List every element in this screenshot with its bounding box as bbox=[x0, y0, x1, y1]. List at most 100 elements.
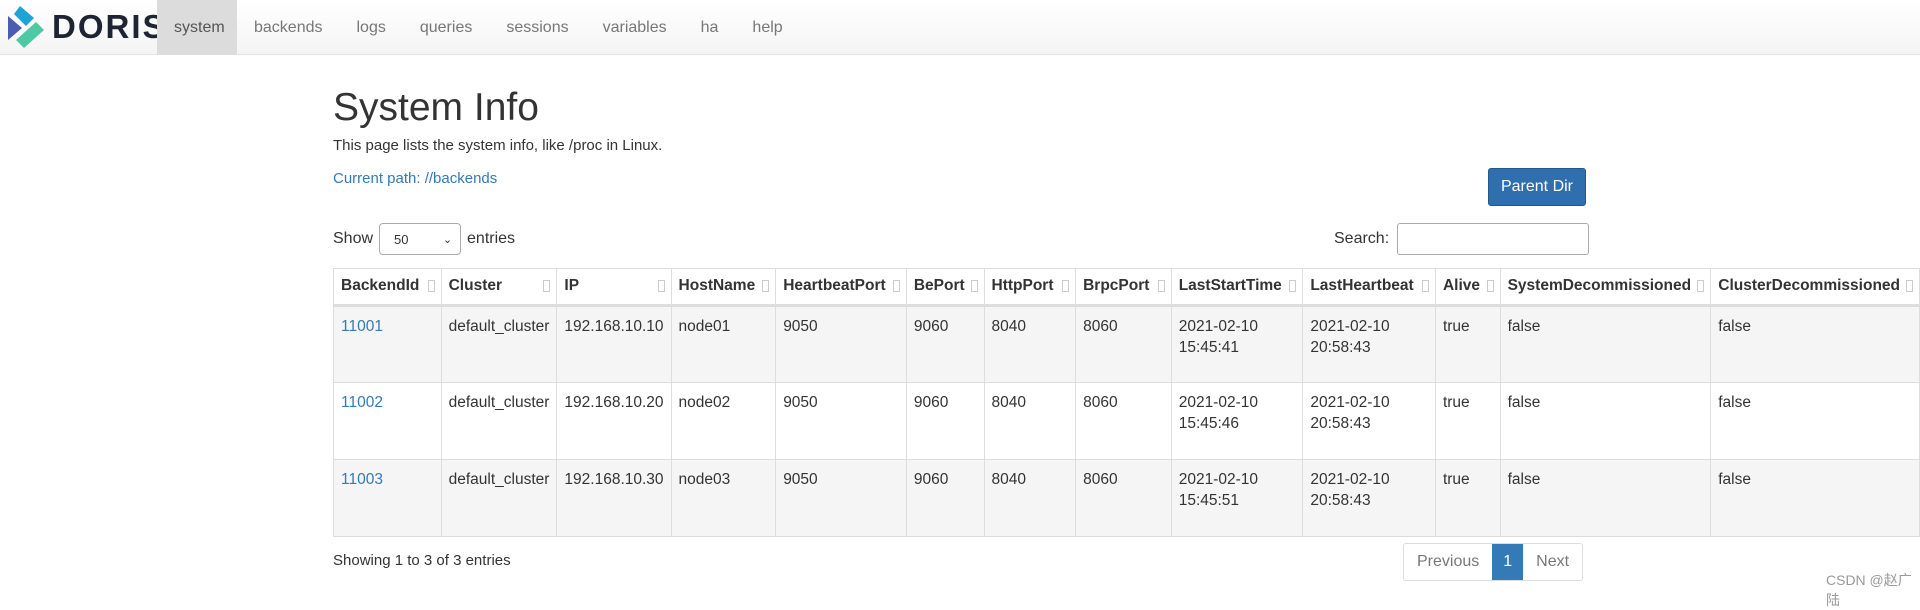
sort-icon[interactable] bbox=[1289, 280, 1297, 292]
column-header-beport[interactable]: BePort bbox=[905, 268, 985, 307]
cell-brpcport: 8060 bbox=[1075, 459, 1172, 537]
column-header-alive[interactable]: Alive bbox=[1434, 268, 1501, 307]
cell-alive: true bbox=[1434, 459, 1501, 537]
doris-logo-icon bbox=[8, 6, 44, 48]
pagination: Previous 1 Next bbox=[1403, 543, 1584, 581]
sort-icon[interactable] bbox=[970, 280, 978, 292]
search-label: Search: bbox=[1334, 230, 1390, 247]
nav-item-ha[interactable]: ha bbox=[684, 0, 736, 55]
sort-icon[interactable] bbox=[543, 280, 551, 292]
logo-text: DORIS bbox=[52, 8, 167, 45]
sort-icon[interactable] bbox=[1486, 280, 1494, 292]
cell-lastheartbeat: 2021-02-10 20:58:43 bbox=[1302, 382, 1436, 460]
column-header-systemdecommissioned[interactable]: SystemDecommissioned bbox=[1499, 268, 1712, 307]
cell-httpport: 8040 bbox=[983, 382, 1077, 460]
sort-icon[interactable] bbox=[762, 280, 770, 292]
table-info: Showing 1 to 3 of 3 entries bbox=[333, 552, 511, 569]
cell-hostname: node01 bbox=[670, 305, 777, 383]
nav-item-queries[interactable]: queries bbox=[403, 0, 489, 55]
sort-icon[interactable] bbox=[1697, 280, 1705, 292]
cell-ip: 192.168.10.30 bbox=[556, 459, 672, 537]
page-title: System Info bbox=[333, 86, 539, 129]
cell-cluster: default_cluster bbox=[440, 459, 558, 537]
cell-alive: true bbox=[1434, 382, 1501, 460]
column-header-label: HostName bbox=[678, 277, 756, 294]
cell-clusterdecommissioned: false bbox=[1710, 459, 1920, 537]
column-header-label: HttpPort bbox=[991, 277, 1054, 294]
column-header-clusterdecommissioned[interactable]: ClusterDecommissioned bbox=[1710, 268, 1920, 307]
cell-backendid[interactable]: 11001 bbox=[333, 305, 442, 383]
sort-icon[interactable] bbox=[1906, 280, 1913, 292]
entries-length-control: Show 50 ⌄ entries bbox=[333, 223, 515, 255]
column-header-laststarttime[interactable]: LastStartTime bbox=[1170, 268, 1304, 307]
column-header-label: BackendId bbox=[341, 277, 420, 294]
next-button[interactable]: Next bbox=[1523, 544, 1582, 580]
sort-icon[interactable] bbox=[657, 280, 665, 292]
column-header-heartbeatport[interactable]: HeartbeatPort bbox=[775, 268, 907, 307]
doris-logo[interactable]: DORIS bbox=[6, 4, 167, 50]
column-header-brpcport[interactable]: BrpcPort bbox=[1075, 268, 1172, 307]
cell-alive: true bbox=[1434, 305, 1501, 383]
page-1-button[interactable]: 1 bbox=[1492, 544, 1524, 580]
watermark: CSDN @赵广陆 bbox=[1826, 572, 1912, 608]
nav-item-sessions[interactable]: sessions bbox=[489, 0, 585, 55]
sort-icon[interactable] bbox=[1062, 280, 1070, 292]
cell-brpcport: 8060 bbox=[1075, 305, 1172, 383]
table-row: 11003 default_cluster 192.168.10.30 node03 9… bbox=[333, 459, 1920, 537]
nav-item-variables[interactable]: variables bbox=[586, 0, 684, 55]
cell-hostname: node02 bbox=[670, 382, 777, 460]
entries-select[interactable]: 50 ⌄ bbox=[379, 223, 462, 255]
top-navbar: DORIS system backends logs queries sessions v… bbox=[0, 0, 1920, 55]
column-header-cluster[interactable]: Cluster bbox=[440, 268, 558, 307]
chevron-down-icon: ⌄ bbox=[442, 233, 453, 246]
cell-heartbeatport: 9050 bbox=[775, 382, 907, 460]
sort-icon[interactable] bbox=[427, 280, 435, 292]
column-header-label: BePort bbox=[913, 277, 965, 294]
cell-laststarttime: 2021-02-10 15:45:41 bbox=[1170, 305, 1304, 383]
search-control: Search: bbox=[1334, 223, 1590, 255]
nav-item-system[interactable]: system bbox=[157, 0, 237, 55]
nav-item-help[interactable]: help bbox=[735, 0, 799, 55]
entries-label: entries bbox=[467, 230, 516, 247]
cell-laststarttime: 2021-02-10 15:45:46 bbox=[1170, 382, 1304, 460]
previous-button[interactable]: Previous bbox=[1404, 544, 1492, 580]
cell-ip: 192.168.10.10 bbox=[556, 305, 672, 383]
cell-brpcport: 8060 bbox=[1075, 382, 1172, 460]
cell-heartbeatport: 9050 bbox=[775, 305, 907, 383]
cell-clusterdecommissioned: false bbox=[1710, 382, 1920, 460]
column-header-label: LastHeartbeat bbox=[1310, 277, 1414, 294]
current-path[interactable]: Current path: //backends bbox=[333, 170, 497, 187]
column-header-label: BrpcPort bbox=[1083, 277, 1150, 294]
cell-hostname: node03 bbox=[670, 459, 777, 537]
column-header-label: IP bbox=[564, 277, 580, 294]
column-header-httpport[interactable]: HttpPort bbox=[983, 268, 1077, 307]
cell-cluster: default_cluster bbox=[440, 305, 558, 383]
cell-systemdecommissioned: false bbox=[1499, 305, 1712, 383]
cell-backendid[interactable]: 11003 bbox=[333, 459, 442, 537]
cell-beport: 9060 bbox=[905, 459, 985, 537]
column-header-backendid[interactable]: BackendId bbox=[333, 268, 442, 307]
column-header-label: HeartbeatPort bbox=[783, 277, 886, 294]
backends-table: BackendId Cluster IP HostName HeartbeatPort B… bbox=[333, 268, 1920, 537]
nav-item-backends[interactable]: backends bbox=[237, 0, 340, 55]
cell-beport: 9060 bbox=[905, 305, 985, 383]
column-header-label: Cluster bbox=[448, 277, 503, 294]
search-input[interactable] bbox=[1397, 223, 1590, 255]
column-header-ip[interactable]: IP bbox=[556, 268, 672, 307]
column-header-label: Alive bbox=[1442, 277, 1480, 294]
column-header-label: SystemDecommissioned bbox=[1507, 277, 1692, 294]
column-header-hostname[interactable]: HostName bbox=[670, 268, 777, 307]
nav-item-logs[interactable]: logs bbox=[340, 0, 403, 55]
show-label: Show bbox=[333, 230, 374, 247]
cell-cluster: default_cluster bbox=[440, 382, 558, 460]
sort-icon[interactable] bbox=[1157, 280, 1165, 292]
cell-backendid[interactable]: 11002 bbox=[333, 382, 442, 460]
column-header-label: ClusterDecommissioned bbox=[1718, 277, 1900, 294]
cell-httpport: 8040 bbox=[983, 305, 1077, 383]
parent-dir-button[interactable]: Parent Dir bbox=[1488, 168, 1586, 206]
column-header-lastheartbeat[interactable]: LastHeartbeat bbox=[1302, 268, 1436, 307]
sort-icon[interactable] bbox=[892, 280, 900, 292]
entries-value: 50 bbox=[394, 231, 409, 247]
sort-icon[interactable] bbox=[1421, 280, 1429, 292]
cell-ip: 192.168.10.20 bbox=[556, 382, 672, 460]
